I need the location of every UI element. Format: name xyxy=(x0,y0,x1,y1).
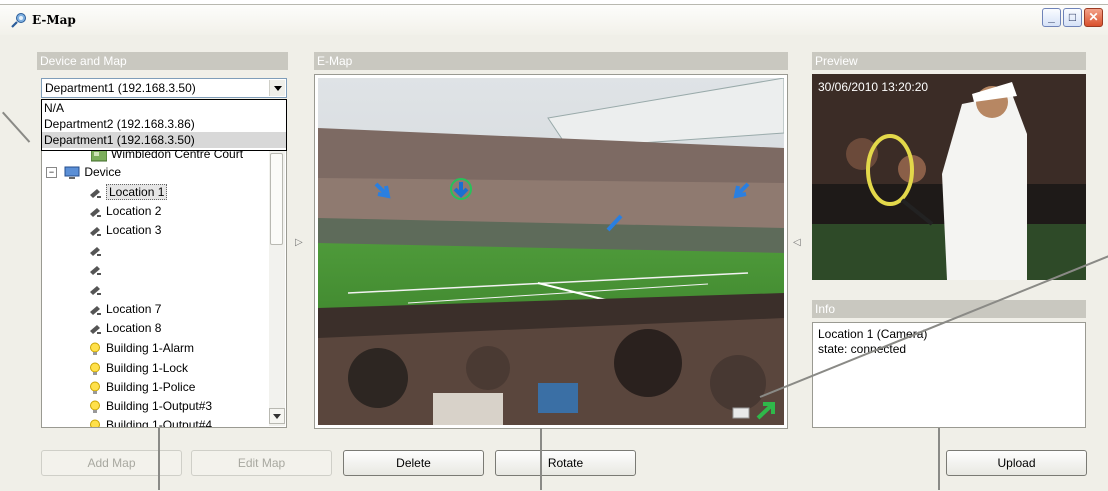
dropdown-option[interactable]: Department2 (192.168.3.86) xyxy=(42,116,286,132)
tree-item-building-alarm[interactable]: Building 1-Alarm xyxy=(88,339,194,358)
window-title: E-Map xyxy=(32,13,76,27)
camera-icon xyxy=(90,188,101,198)
preview-timestamp: 30/06/2010 13:20:20 xyxy=(818,80,929,94)
title-bar: E-Map _ □ ✕ xyxy=(0,5,1108,35)
combo-value: Department1 (192.168.3.50) xyxy=(45,81,196,95)
delete-button[interactable]: Delete xyxy=(343,450,484,476)
emap-app-icon xyxy=(11,13,26,28)
tree-item-unnamed[interactable] xyxy=(88,260,106,279)
tree-item-location-1[interactable]: Location 1 xyxy=(88,183,168,202)
tree-device-label: Device xyxy=(84,165,122,179)
close-icon: ✕ xyxy=(1088,10,1099,24)
tree-item-building-output-3[interactable]: Building 1-Output#3 xyxy=(88,397,212,416)
department-dropdown[interactable]: N/A Department2 (192.168.3.86) Departmen… xyxy=(41,99,287,151)
tree-scrollbar[interactable] xyxy=(269,151,285,426)
tree-item-location-3[interactable]: Location 3 xyxy=(88,221,161,240)
tree-item-location-2[interactable]: Location 2 xyxy=(88,202,161,221)
preview-header: Preview xyxy=(812,52,1086,70)
close-button[interactable]: ✕ xyxy=(1084,8,1103,27)
light-bulb-icon xyxy=(90,342,100,355)
stadium-map-image xyxy=(318,78,784,425)
monitor-icon xyxy=(64,166,80,179)
rotate-button[interactable]: Rotate xyxy=(495,450,636,476)
edit-map-button[interactable]: Edit Map xyxy=(191,450,332,476)
chevron-down-icon[interactable] xyxy=(269,80,285,96)
upload-button[interactable]: Upload xyxy=(946,450,1087,476)
camera-icon xyxy=(90,285,101,295)
tree-map-label: Wimbledon Centre Court xyxy=(111,151,244,161)
tree-item-label: Building 1-Output#4 xyxy=(106,418,213,428)
tree-item-label: Location 8 xyxy=(106,321,162,335)
tree-item-building-output-4[interactable]: Building 1-Output#4 xyxy=(88,416,213,428)
collapse-icon[interactable]: − xyxy=(46,167,57,179)
tree-item-unnamed[interactable] xyxy=(88,241,106,260)
department-combo[interactable]: Department1 (192.168.3.50) xyxy=(41,78,287,98)
tree-item-building-police[interactable]: Building 1-Police xyxy=(88,378,195,397)
camera-icon xyxy=(90,265,101,275)
collapse-right-arrow-icon[interactable]: ◁ xyxy=(793,237,801,248)
info-header: Info xyxy=(812,300,1086,318)
emap-header: E-Map xyxy=(314,52,788,70)
dropdown-option[interactable]: N/A xyxy=(42,100,286,116)
callout-line xyxy=(938,428,940,490)
preview-pane: 30/06/2010 13:20:20 xyxy=(812,74,1086,280)
emap-canvas[interactable] xyxy=(314,74,788,429)
camera-icon xyxy=(90,305,101,315)
minimize-icon: _ xyxy=(1048,10,1055,24)
minimize-button[interactable]: _ xyxy=(1042,8,1061,27)
tree-item-location-8[interactable]: Location 8 xyxy=(88,319,161,338)
collapse-left-arrow-icon[interactable]: ▷ xyxy=(295,237,303,248)
maximize-icon: □ xyxy=(1068,10,1077,24)
scroll-thumb[interactable] xyxy=(270,153,283,245)
tree-item-building-lock[interactable]: Building 1-Lock xyxy=(88,359,188,378)
device-map-tree[interactable]: Wimbledon Centre Court − Device Location… xyxy=(41,151,287,428)
light-bulb-icon xyxy=(90,362,100,375)
tree-item-label: Building 1-Lock xyxy=(106,361,189,375)
device-and-map-header: Device and Map xyxy=(37,52,288,70)
tree-item-label: Building 1-Output#3 xyxy=(106,399,213,413)
camera-icon xyxy=(90,246,101,256)
tree-item-label: Building 1-Police xyxy=(106,380,196,394)
map-icon xyxy=(91,151,107,162)
tree-item-unnamed[interactable] xyxy=(88,280,106,299)
light-bulb-icon xyxy=(90,381,100,394)
add-map-button[interactable]: Add Map xyxy=(41,450,182,476)
light-bulb-icon xyxy=(90,419,100,427)
camera-preview-image xyxy=(812,74,1086,280)
maximize-button[interactable]: □ xyxy=(1063,8,1082,27)
tree-item-label: Building 1-Alarm xyxy=(106,341,195,355)
dropdown-option-selected[interactable]: Department1 (192.168.3.50) xyxy=(42,132,286,148)
tree-item-label: Location 2 xyxy=(106,204,162,218)
light-bulb-icon xyxy=(90,400,100,413)
tree-item-label: Location 7 xyxy=(106,302,162,316)
tree-item-location-7[interactable]: Location 7 xyxy=(88,300,161,319)
callout-line xyxy=(540,428,542,490)
tree-device-group[interactable]: − Device xyxy=(46,163,121,182)
tree-item-label: Location 3 xyxy=(106,223,162,237)
callout-line xyxy=(158,428,160,490)
scroll-down-icon[interactable] xyxy=(269,408,285,424)
tree-item-label: Location 1 xyxy=(106,184,168,200)
camera-icon xyxy=(90,324,101,334)
camera-icon xyxy=(90,226,101,236)
camera-icon xyxy=(90,207,101,217)
